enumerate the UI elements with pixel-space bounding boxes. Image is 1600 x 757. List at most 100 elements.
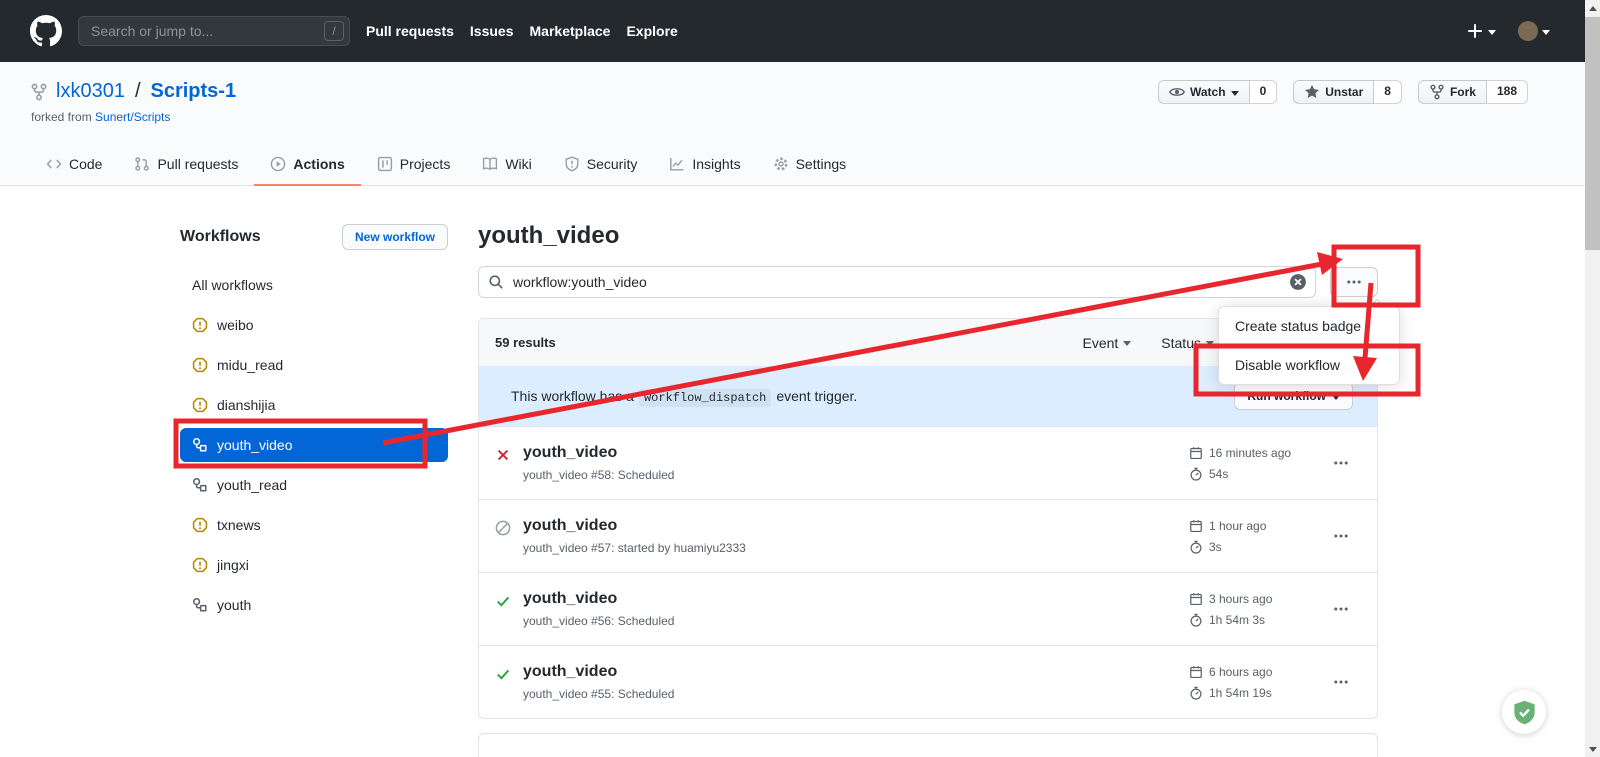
menu-item-disable-workflow[interactable]: Disable workflow (1219, 345, 1399, 384)
kebab-icon (1333, 528, 1349, 544)
repo-separator: / (135, 80, 141, 103)
sidebar-item-jingxi[interactable]: jingxi (180, 548, 448, 582)
scroll-down-button[interactable] (1585, 741, 1600, 757)
caret-down-icon (1231, 91, 1239, 100)
run-meta: 16 minutes ago 54s (1189, 446, 1321, 481)
sidebar-item-midu-read[interactable]: midu_read (180, 348, 448, 382)
workflow-run-row: youth_video youth_video #55: Scheduled 6… (479, 645, 1377, 718)
repo-forked-icon (30, 83, 48, 101)
navbar-link-pull-requests[interactable]: Pull requests (366, 23, 454, 39)
fork-button[interactable]: Fork (1418, 80, 1487, 104)
star-count[interactable]: 8 (1374, 80, 1402, 104)
github-logo[interactable] (30, 15, 62, 47)
run-subtitle: youth_video #58: Scheduled (523, 468, 1189, 482)
sidebar-item-all-workflows[interactable]: All workflows (180, 268, 448, 302)
navbar-link-marketplace[interactable]: Marketplace (530, 23, 611, 39)
watch-button[interactable]: Watch (1158, 80, 1250, 104)
sidebar-item-weibo[interactable]: weibo (180, 308, 448, 342)
workflows-title: Workflows (180, 228, 261, 246)
global-search-input[interactable] (78, 16, 350, 46)
run-subtitle: youth_video #56: Scheduled (523, 614, 1189, 628)
workflow-run-row: youth_video youth_video #58: Scheduled 1… (479, 426, 1377, 499)
caret-down-icon (1206, 341, 1214, 350)
run-title-link[interactable]: youth_video (523, 517, 1189, 535)
tab-icon (270, 156, 286, 172)
tab-wiki[interactable]: Wiki (466, 143, 547, 186)
stopwatch-icon (1189, 467, 1203, 481)
navbar-link-issues[interactable]: Issues (470, 23, 514, 39)
tab-actions[interactable]: Actions (254, 143, 360, 186)
tab-insights[interactable]: Insights (653, 143, 756, 186)
tab-settings[interactable]: Settings (757, 143, 863, 186)
menu-item-create-status-badge[interactable]: Create status badge (1219, 307, 1399, 345)
github-header: / Pull requestsIssuesMarketplaceExplore (0, 0, 1600, 62)
clear-filter-button[interactable] (1289, 273, 1307, 291)
caret-down-icon (1332, 395, 1340, 404)
adguard-shield-button[interactable] (1502, 690, 1546, 734)
tab-icon (377, 156, 393, 172)
results-count: 59 results (495, 335, 556, 350)
scrollbar-thumb[interactable] (1585, 17, 1600, 250)
run-meta: 3 hours ago 1h 54m 3s (1189, 592, 1321, 627)
event-filter-dropdown[interactable]: Event (1082, 335, 1131, 351)
x-circle-icon (1289, 273, 1307, 291)
tab-pull-requests[interactable]: Pull requests (118, 143, 254, 186)
forked-from-label: forked from (31, 110, 92, 124)
repo-name-link[interactable]: Scripts-1 (151, 80, 237, 103)
runs-filter-input[interactable] (478, 266, 1316, 298)
code-span: workflow_dispatch (639, 389, 771, 407)
run-subtitle: youth_video #57: started by huamiyu2333 (523, 541, 1189, 555)
fork-count[interactable]: 188 (1487, 80, 1528, 104)
sidebar-item-youth[interactable]: youth (180, 588, 448, 622)
calendar-icon (1189, 519, 1203, 533)
repo-actions: Watch 0 Unstar 8 Fork 188 (1158, 80, 1528, 104)
run-title-link[interactable]: youth_video (523, 663, 1189, 681)
kebab-icon (1333, 674, 1349, 690)
tab-code[interactable]: Code (30, 143, 118, 186)
sidebar-item-dianshijia[interactable]: dianshijia (180, 388, 448, 422)
run-options-button[interactable] (1321, 528, 1361, 544)
repo-owner-link[interactable]: lxk0301 (56, 80, 125, 103)
workflow-status-icon (192, 477, 208, 493)
tab-icon (482, 156, 498, 172)
run-meta: 1 hour ago 3s (1189, 519, 1321, 554)
workflow-options-menu: Create status badgeDisable workflow (1218, 306, 1400, 385)
run-title-link[interactable]: youth_video (523, 444, 1189, 462)
user-menu[interactable] (1518, 21, 1550, 41)
workflow-status-icon (192, 437, 208, 453)
status-filter-dropdown[interactable]: Status (1161, 335, 1214, 351)
workflow-status-icon (192, 357, 208, 373)
sidebar-item-youth-read[interactable]: youth_read (180, 468, 448, 502)
runs-rows: youth_video youth_video #58: Scheduled 1… (479, 426, 1377, 718)
workflow-run-row-partial: youth_video (479, 734, 1377, 757)
caret-down-icon (1542, 30, 1550, 39)
sidebar-item-youth-video[interactable]: youth_video (180, 428, 448, 462)
workflow-status-icon (192, 397, 208, 413)
calendar-icon (1189, 665, 1203, 679)
create-new-button[interactable] (1466, 22, 1496, 40)
workflow-runs-list-next: youth_video (478, 733, 1378, 757)
tab-icon (669, 156, 685, 172)
github-mark-icon (30, 15, 62, 47)
kebab-icon (1333, 455, 1349, 471)
sidebar-item-txnews[interactable]: txnews (180, 508, 448, 542)
workflow-status-icon (192, 517, 208, 533)
navbar-link-explore[interactable]: Explore (626, 23, 677, 39)
repo-tabs: Code Pull requests Actions Projects Wiki… (30, 143, 862, 186)
caret-down-icon (1488, 30, 1496, 39)
watch-count[interactable]: 0 (1250, 80, 1278, 104)
new-workflow-button[interactable]: New workflow (342, 224, 448, 250)
run-options-button[interactable] (1321, 455, 1361, 471)
run-title-link[interactable]: youth_video (523, 590, 1189, 608)
scroll-up-button[interactable] (1585, 0, 1600, 16)
kebab-icon (1333, 601, 1349, 617)
tab-security[interactable]: Security (548, 143, 654, 186)
tab-projects[interactable]: Projects (361, 143, 467, 186)
run-options-button[interactable] (1321, 674, 1361, 690)
run-workflow-button[interactable]: Run workflow (1234, 382, 1353, 410)
workflow-status-icon (192, 317, 208, 333)
unstar-button[interactable]: Unstar (1293, 80, 1374, 104)
run-options-button[interactable] (1321, 601, 1361, 617)
workflow-run-row: youth_video youth_video #57: started by … (479, 499, 1377, 572)
parent-repo-link[interactable]: Sunert/Scripts (95, 110, 170, 124)
